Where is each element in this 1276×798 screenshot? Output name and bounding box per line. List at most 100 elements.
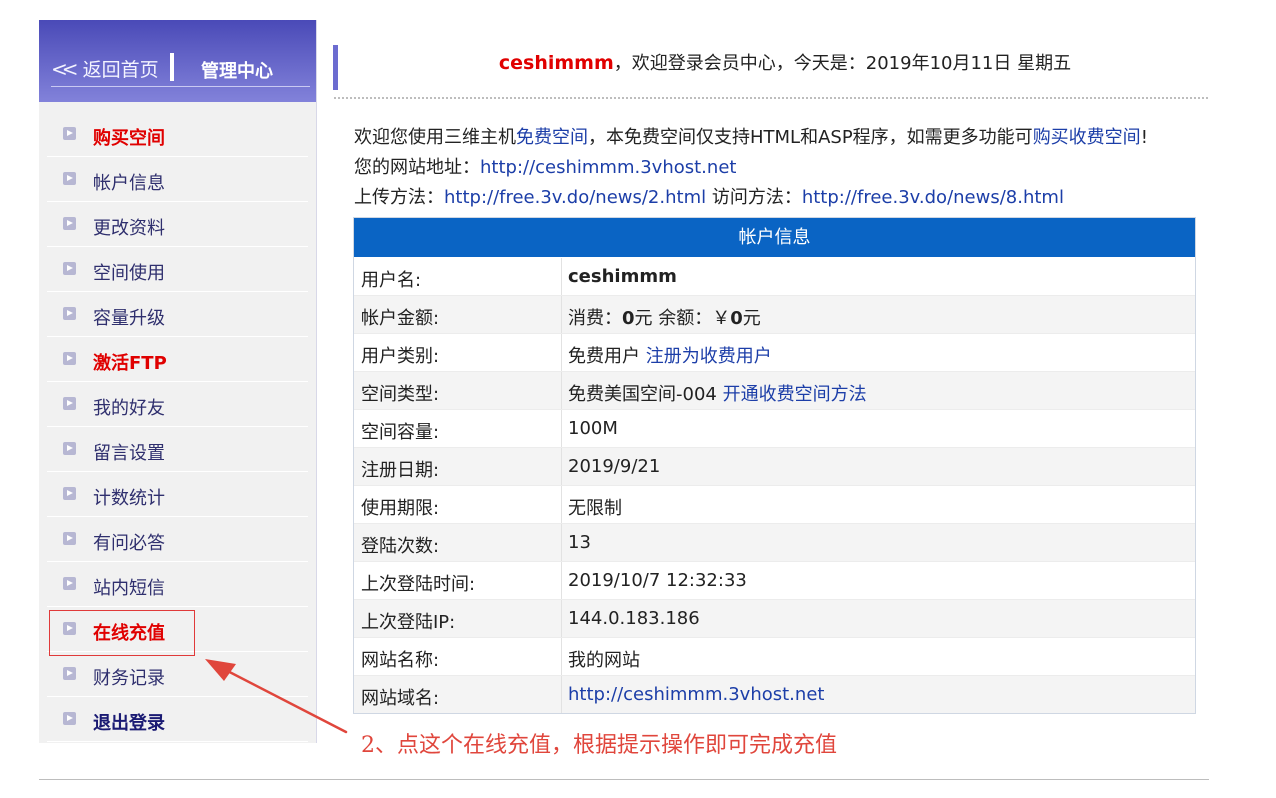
site-domain-link[interactable]: http://ceshimmm.3vhost.net	[568, 684, 824, 705]
row-value: 免费美国空间-004 开通收费空间方法	[568, 380, 867, 406]
intro-line-2: 您的网站地址：http://ceshimmm.3vhost.net	[354, 153, 736, 179]
sidebar-item-finance-records[interactable]: 财务记录	[47, 652, 308, 697]
row-key: 空间容量:	[361, 422, 440, 443]
intro-text: 欢迎您使用三维主机	[354, 127, 516, 148]
register-paid-user-link[interactable]: 注册为收费用户	[646, 346, 772, 367]
site-address-link[interactable]: http://ceshimmm.3vhost.net	[480, 157, 736, 178]
header-divider	[170, 53, 174, 81]
account-rows: 用户名: ceshimmm 帐户金额: 消费：0元 余额：￥0元 用户类别: 免费用户…	[354, 258, 1195, 713]
table-row: 用户名: ceshimmm	[354, 258, 1195, 296]
spend-amount: 0	[622, 308, 635, 329]
spend-label: 消费：	[568, 308, 622, 329]
sidebar-item-label: 帐户信息	[93, 173, 165, 194]
sidebar-item-buy-space[interactable]: 购买空间	[47, 112, 308, 157]
upload-method-label: 上传方法：	[354, 187, 444, 208]
play-bullet-icon	[63, 712, 76, 725]
row-value: 13	[568, 532, 591, 553]
sidebar-item-label: 站内短信	[93, 578, 165, 599]
sidebar-item-label: 退出登录	[93, 713, 165, 734]
row-value: 无限制	[568, 498, 622, 519]
play-bullet-icon	[63, 127, 76, 140]
user-type: 免费用户	[568, 346, 646, 367]
table-row: 空间类型: 免费美国空间-004 开通收费空间方法	[354, 372, 1195, 410]
sidebar-item-label: 更改资料	[93, 218, 165, 239]
sidebar-item-label: 容量升级	[93, 308, 165, 329]
play-bullet-icon	[63, 352, 76, 365]
row-key: 注册日期:	[361, 460, 440, 481]
open-paid-space-link[interactable]: 开通收费空间方法	[723, 384, 867, 405]
sidebar-item-label: 空间使用	[93, 263, 165, 284]
row-key: 上次登陆时间:	[361, 574, 476, 595]
row-key: 帐户金额:	[361, 308, 440, 329]
management-center-label: 管理中心	[201, 61, 273, 82]
dotted-divider	[333, 96, 1209, 101]
row-value: 2019/9/21	[568, 456, 661, 477]
table-row: 空间容量: 100M	[354, 410, 1195, 448]
sidebar-item-my-friends[interactable]: 我的好友	[47, 382, 308, 427]
play-bullet-icon	[63, 262, 76, 275]
table-row: 登陆次数: 13	[354, 524, 1195, 562]
buy-paid-space-link[interactable]: 购买收费空间	[1033, 127, 1141, 148]
account-table-title: 帐户信息	[354, 218, 1195, 258]
row-value: 144.0.183.186	[568, 608, 700, 629]
table-row: 用户类别: 免费用户 注册为收费用户	[354, 334, 1195, 372]
row-key: 网站域名:	[361, 688, 440, 709]
sidebar-item-site-messages[interactable]: 站内短信	[47, 562, 308, 607]
double-chevron-left-icon: <<	[51, 57, 78, 81]
intro-line-3: 上传方法：http://free.3v.do/news/2.html 访问方法：…	[354, 183, 1064, 209]
access-method-link[interactable]: http://free.3v.do/news/8.html	[802, 187, 1064, 208]
sidebar-item-label: 留言设置	[93, 443, 165, 464]
table-row: 注册日期: 2019/9/21	[354, 448, 1195, 486]
sidebar-item-logout[interactable]: 退出登录	[47, 697, 308, 742]
play-bullet-icon	[63, 172, 76, 185]
play-bullet-icon	[63, 217, 76, 230]
row-key: 空间类型:	[361, 384, 440, 405]
sidebar-item-label: 有问必答	[93, 533, 165, 554]
welcome-banner: ceshimmm，欢迎登录会员中心，今天是：2019年10月11日 星期五	[360, 49, 1210, 75]
header-accent-bar	[333, 45, 338, 90]
play-bullet-icon	[63, 442, 76, 455]
welcome-text: ，欢迎登录会员中心，今天是：2019年10月11日 星期五	[613, 53, 1072, 74]
access-method-label: 访问方法：	[706, 187, 802, 208]
row-key: 用户名:	[361, 270, 422, 291]
sidebar-item-space-usage[interactable]: 空间使用	[47, 247, 308, 292]
free-space-link[interactable]: 免费空间	[516, 127, 588, 148]
row-key: 网站名称:	[361, 650, 440, 671]
header-underline	[51, 86, 310, 87]
play-bullet-icon	[63, 487, 76, 500]
space-type: 免费美国空间-004	[568, 384, 723, 405]
username: ceshimmm	[498, 52, 614, 74]
row-value: 100M	[568, 418, 618, 439]
intro-line-1: 欢迎您使用三维主机免费空间，本免费空间仅支持HTML和ASP程序，如需更多功能可…	[354, 123, 1148, 149]
sidebar-item-label: 购买空间	[93, 128, 165, 149]
currency-unit: 元	[742, 308, 761, 329]
play-bullet-icon	[63, 307, 76, 320]
row-value: ceshimmm	[568, 266, 677, 287]
account-info-table: 帐户信息 用户名: ceshimmm 帐户金额: 消费：0元 余额：￥0元 用户类别…	[353, 217, 1196, 714]
row-value: 我的网站	[568, 650, 640, 671]
sidebar-item-label: 我的好友	[93, 398, 165, 419]
table-row: 上次登陆IP: 144.0.183.186	[354, 600, 1195, 638]
balance-amount: 0	[730, 308, 743, 329]
sidebar-item-activate-ftp[interactable]: 激活FTP	[47, 337, 308, 382]
intro-text: !	[1140, 127, 1148, 148]
table-row: 网站名称: 我的网站	[354, 638, 1195, 676]
row-value: 免费用户 注册为收费用户	[568, 342, 772, 368]
upload-method-link[interactable]: http://free.3v.do/news/2.html	[444, 187, 706, 208]
annotation-text: 2、点这个在线充值，根据提示操作即可完成充值	[361, 733, 837, 758]
sidebar-item-qa[interactable]: 有问必答	[47, 517, 308, 562]
row-value: 消费：0元 余额：￥0元	[568, 304, 761, 330]
sidebar-item-label: 计数统计	[93, 488, 165, 509]
sidebar-item-message-settings[interactable]: 留言设置	[47, 427, 308, 472]
back-home-link[interactable]: << 返回首页	[51, 55, 159, 82]
row-key: 登陆次数:	[361, 536, 440, 557]
sidebar-item-capacity-upgrade[interactable]: 容量升级	[47, 292, 308, 337]
play-bullet-icon	[63, 667, 76, 680]
sidebar-item-counter-stats[interactable]: 计数统计	[47, 472, 308, 517]
sidebar-item-label: 财务记录	[93, 668, 165, 689]
sidebar-item-edit-profile[interactable]: 更改资料	[47, 202, 308, 247]
sidebar-item-account-info[interactable]: 帐户信息	[47, 157, 308, 202]
table-row: 上次登陆时间: 2019/10/7 12:32:33	[354, 562, 1195, 600]
row-key: 使用期限:	[361, 498, 440, 519]
back-home-label: 返回首页	[82, 59, 159, 81]
